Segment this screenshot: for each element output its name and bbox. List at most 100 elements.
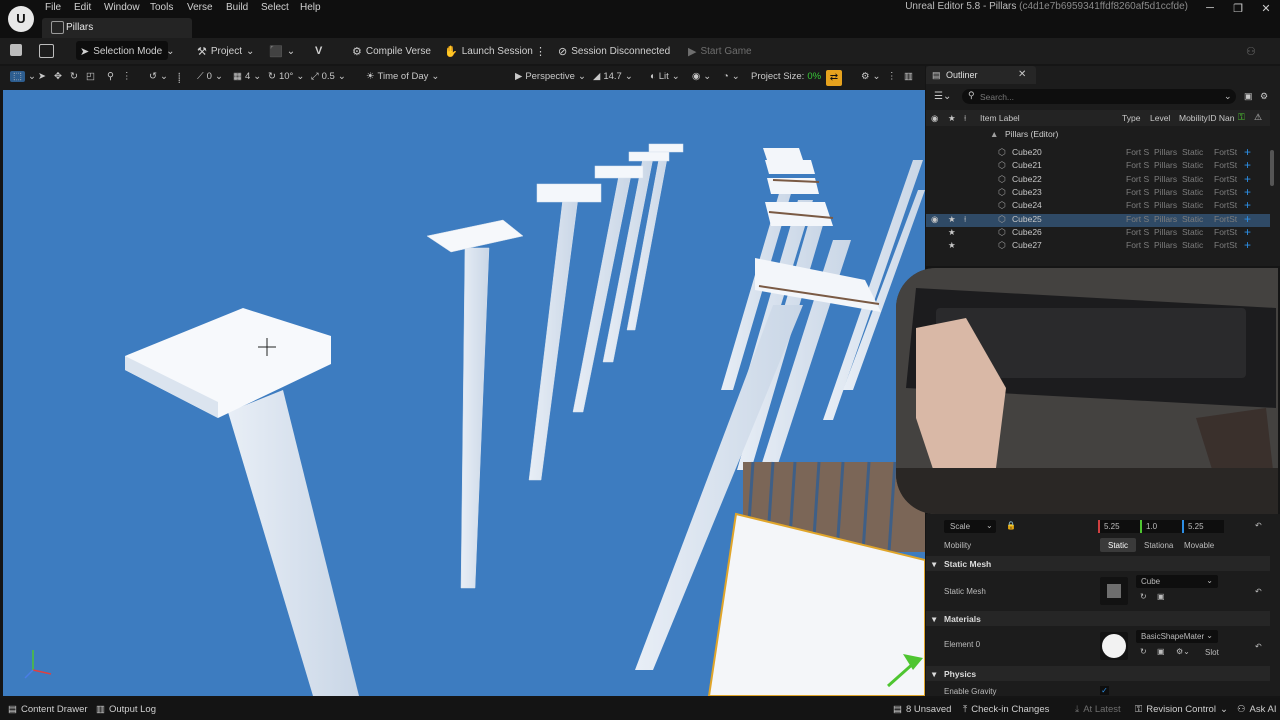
level-group-label[interactable]: Pillars (Editor) [1005,129,1058,139]
outliner-row[interactable]: ⬡ Cube23 Fort S Pillars Static FortSt + [926,185,1270,200]
add-icon[interactable]: + [1244,198,1251,212]
restore-icon[interactable]: ❐ [1226,2,1250,15]
project-dropdown[interactable]: ⚒ Project ⌄ [197,42,254,60]
filter-icon[interactable]: ☰⌄ [934,91,951,102]
outliner-row[interactable]: ⬡ Cube22 Fort S Pillars Static FortSt + [926,172,1270,187]
scale-x-field[interactable]: 5.25 [1098,520,1140,533]
mobility-stationary-option[interactable]: Stationa [1138,538,1178,552]
add-icon[interactable]: + [1244,238,1251,252]
outliner-row[interactable]: ⬡ Cube21 Fort S Pillars Static FortSt + [926,158,1270,173]
viewport-options-icon[interactable]: ⋮ [887,71,897,82]
compile-verse-button[interactable]: ⚙ Compile Verse [352,42,431,60]
add-icon[interactable]: + [1244,185,1251,199]
menu-help[interactable]: Help [300,2,321,13]
scale-snap-dropdown[interactable]: ⤢ 0.5 ⌄ [311,71,346,82]
favorite-star-icon[interactable]: ★ [948,214,956,225]
eye-icon[interactable]: ◉ [931,214,938,225]
warning-icon[interactable]: ⇄ [826,70,842,86]
surface-snap-dropdown[interactable]: ↺ ⌄ [149,71,168,82]
browse-icon[interactable]: ▣ [1157,592,1165,601]
use-selected-icon[interactable]: ↻ [1140,647,1147,656]
scale-y-field[interactable]: 1.0 [1140,520,1182,533]
close-tab-icon[interactable]: ✕ [1018,69,1026,80]
performance-dropdown[interactable]: ◔ ⌄ [723,71,740,82]
lock-icon[interactable]: 🔒 [1006,521,1016,530]
unsaved-button[interactable]: ▤ 8 Unsaved [893,704,951,715]
unreal-logo-icon[interactable]: U [8,6,34,32]
column-item-label[interactable]: Item Label [980,113,1020,123]
transform-dropdown[interactable]: ⬚ ⌄ [10,71,36,82]
mobility-static-option[interactable]: Static [1100,538,1136,552]
menu-build[interactable]: Build [226,2,248,13]
gear-icon[interactable]: ⚙ [1260,91,1268,102]
fov-dropdown[interactable]: ◢ 14.7 ⌄ [593,71,633,82]
check-in-button[interactable]: ⤒ Check-in Changes [963,704,1049,715]
menu-verse[interactable]: Verse [187,2,213,13]
material-options-icon[interactable]: ⚙⌄ [1176,647,1190,656]
pin-icon[interactable]: ⍿ [964,214,966,225]
use-selected-icon[interactable]: ↻ [1140,592,1147,601]
static-mesh-dropdown[interactable]: Cube ⌄ [1136,575,1218,588]
mesh-thumbnail[interactable] [1100,577,1128,605]
materials-section[interactable]: ▾ Materials [926,611,1270,626]
rotate-tool-icon[interactable]: ↻ [70,71,78,82]
add-icon[interactable]: + [1244,225,1251,239]
material-dropdown[interactable]: BasicShapeMater ⌄ [1136,630,1218,643]
close-window-icon[interactable]: ✕ [1254,2,1278,15]
outliner-row[interactable]: ◉ ★ ⍿ ⬡ Cube25 Fort S Pillars Static FortSt + [926,212,1270,227]
start-game-button[interactable]: ▶ Start Game [688,42,752,60]
document-tab[interactable] [42,18,192,38]
add-icon[interactable]: + [1244,212,1251,226]
column-mobility[interactable]: Mobility [1179,113,1208,123]
menu-window[interactable]: Window [104,2,140,13]
folder-add-icon[interactable]: ▣ [1244,91,1253,102]
column-id-name[interactable]: ID Nan [1208,113,1234,123]
verse-button[interactable]: V [315,42,322,60]
add-icon[interactable]: + [1244,172,1251,186]
snap-toggle-icon[interactable]: ⸽ [178,71,180,84]
settings-dropdown[interactable]: ⚙ ⌄ [861,71,881,82]
menu-tools[interactable]: Tools [150,2,173,13]
perspective-dropdown[interactable]: ▶ Perspective ⌄ [515,71,586,82]
menu-file[interactable]: File [45,2,61,13]
chevron-down-icon[interactable]: ⌄ [1224,91,1232,102]
favorite-star-icon[interactable]: ★ [948,240,956,251]
static-mesh-section[interactable]: ▾ Static Mesh [926,556,1270,571]
content-drawer-button[interactable]: ▤ Content Drawer [8,704,88,715]
users-icon[interactable]: ⚇ [1246,42,1256,60]
select-tool-icon[interactable]: ➤ [38,71,46,82]
reset-icon[interactable]: ↶ [1255,642,1262,651]
more-options-icon[interactable]: ⋮ [535,42,546,60]
layout-icon[interactable]: ▥ [904,71,913,82]
time-of-day-dropdown[interactable]: ☀ Time of Day ⌄ [366,71,439,82]
minimize-icon[interactable]: ─ [1198,2,1222,14]
output-log-button[interactable]: ▥ Output Log [96,704,156,715]
add-icon[interactable]: + [1244,145,1251,159]
reset-icon[interactable]: ↶ [1255,587,1262,596]
outliner-scrollbar[interactable] [1270,150,1274,186]
place-actor-dropdown[interactable]: ⬛ ⌄ [269,42,295,60]
outliner-row[interactable]: ⬡ Cube24 Fort S Pillars Static FortSt + [926,198,1270,213]
scale-z-field[interactable]: 5.25 [1182,520,1224,533]
enable-gravity-checkbox[interactable]: ✓ [1100,686,1109,695]
column-level[interactable]: Level [1150,113,1170,123]
browse-icon[interactable]: ▣ [1157,647,1165,656]
menu-edit[interactable]: Edit [74,2,91,13]
ask-ai-button[interactable]: ⚇ Ask AI [1237,704,1276,715]
at-latest-status[interactable]: ⤓ At Latest [1075,704,1121,715]
favorite-star-icon[interactable]: ★ [948,227,956,238]
move-tool-icon[interactable]: ✥ [54,71,62,82]
content-browser-icon[interactable] [39,44,54,58]
outliner-row[interactable]: ★ ⬡ Cube26 Fort S Pillars Static FortSt + [926,225,1270,240]
mobility-movable-option[interactable]: Movable [1180,538,1220,552]
save-icon[interactable] [10,44,22,56]
grid-snap-dropdown[interactable]: ▦ 4 ⌄ [233,71,261,82]
revision-control-dropdown[interactable]: ⚿ Revision Control ⌄ [1135,704,1228,715]
physics-section[interactable]: ▾ Physics [926,666,1270,681]
show-dropdown[interactable]: ◉ ⌄ [692,71,711,82]
outliner-row[interactable]: ⬡ Cube20 Fort S Pillars Static FortSt + [926,145,1270,160]
reset-icon[interactable]: ↶ [1255,521,1262,530]
add-icon[interactable]: + [1244,158,1251,172]
launch-session-button[interactable]: ✋ Launch Session [444,42,533,60]
rotate-snap-dropdown[interactable]: ⟋ 0 ⌄ [197,71,223,82]
